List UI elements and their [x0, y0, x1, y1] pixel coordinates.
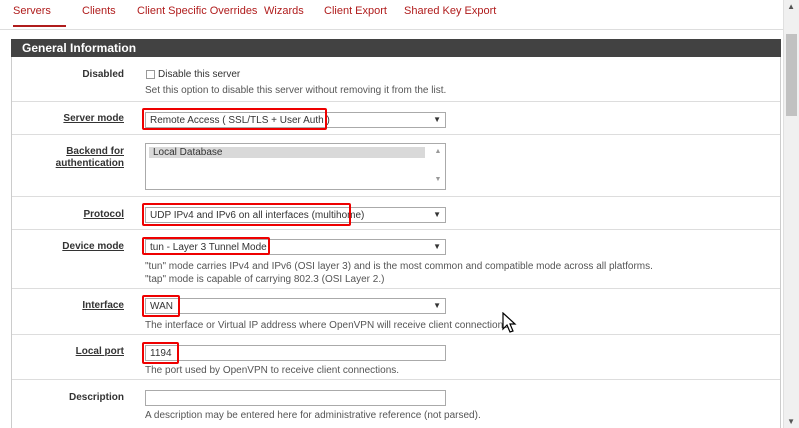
- server-mode-row: Server mode Remote Access ( SSL/TLS + Us…: [12, 102, 780, 135]
- listbox-scroll-down-icon[interactable]: ▼: [433, 176, 443, 183]
- local-port-value: 1194: [150, 348, 172, 359]
- device-mode-help-tap: "tap" mode is capable of carrying 802.3 …: [145, 274, 385, 285]
- tab-client-export[interactable]: Client Export: [324, 5, 387, 17]
- tab-clients[interactable]: Clients: [82, 5, 116, 17]
- disable-server-checkbox-label: Disable this server: [158, 69, 241, 80]
- chevron-down-icon: ▼: [433, 242, 441, 251]
- backend-label-line1: Backend for: [66, 146, 124, 157]
- interface-row: Interface WAN ▼ The interface or Virtual…: [12, 289, 780, 335]
- scroll-down-icon[interactable]: ▼: [787, 417, 795, 426]
- interface-value: WAN: [150, 301, 173, 312]
- server-mode-select[interactable]: Remote Access ( SSL/TLS + User Auth ) ▼: [145, 112, 446, 128]
- interface-help: The interface or Virtual IP address wher…: [145, 320, 511, 331]
- description-input[interactable]: [145, 390, 446, 406]
- protocol-select[interactable]: UDP IPv4 and IPv6 on all interfaces (mul…: [145, 207, 446, 223]
- tab-servers[interactable]: Servers: [13, 5, 51, 17]
- backend-listbox[interactable]: Local Database ▲ ▼: [145, 143, 446, 190]
- local-port-help: The port used by OpenVPN to receive clie…: [145, 365, 400, 376]
- local-port-input[interactable]: 1194: [145, 345, 446, 361]
- disabled-label: Disabled: [82, 69, 124, 80]
- server-mode-value: Remote Access ( SSL/TLS + User Auth ): [150, 115, 330, 126]
- device-mode-row: Device mode tun - Layer 3 Tunnel Mode ▼ …: [12, 230, 780, 289]
- device-mode-help-tun: "tun" mode carries IPv4 and IPv6 (OSI la…: [145, 261, 653, 272]
- active-tab-indicator: [13, 25, 66, 27]
- mouse-pointer-icon: [502, 312, 517, 333]
- description-label: Description: [68, 392, 124, 403]
- disabled-row: Disabled Disable this server Set this op…: [12, 58, 780, 102]
- tab-client-specific-overrides[interactable]: Client Specific Overrides: [137, 5, 257, 17]
- section-title: General Information: [11, 39, 781, 57]
- backend-row: Backend for authentication Local Databas…: [12, 135, 780, 197]
- page-scrollbar[interactable]: ▲ ▼: [783, 0, 799, 428]
- backend-label-line2: authentication: [55, 158, 124, 169]
- local-port-label[interactable]: Local port: [12, 346, 124, 358]
- device-mode-label[interactable]: Device mode: [12, 241, 124, 253]
- disabled-help: Set this option to disable this server w…: [145, 85, 447, 96]
- backend-label[interactable]: Backend for authentication: [12, 146, 124, 170]
- tab-shared-key-export[interactable]: Shared Key Export: [404, 5, 496, 17]
- device-mode-value: tun - Layer 3 Tunnel Mode: [150, 242, 267, 253]
- description-row: Description A description may be entered…: [12, 380, 780, 428]
- device-mode-select[interactable]: tun - Layer 3 Tunnel Mode ▼: [145, 239, 446, 255]
- scroll-thumb[interactable]: [786, 34, 797, 116]
- protocol-label[interactable]: Protocol: [12, 209, 124, 221]
- listbox-scroll-up-icon[interactable]: ▲: [433, 148, 443, 155]
- server-mode-label[interactable]: Server mode: [12, 113, 124, 125]
- tab-bar: Servers Clients Client Specific Override…: [0, 0, 783, 30]
- disable-server-checkbox[interactable]: [146, 70, 155, 79]
- tab-wizards[interactable]: Wizards: [264, 5, 304, 17]
- chevron-down-icon: ▼: [433, 115, 441, 124]
- backend-option-local-database[interactable]: Local Database: [149, 147, 425, 158]
- description-help: A description may be entered here for ad…: [145, 410, 481, 421]
- interface-select[interactable]: WAN ▼: [145, 298, 446, 314]
- protocol-row: Protocol UDP IPv4 and IPv6 on all interf…: [12, 197, 780, 230]
- interface-label[interactable]: Interface: [12, 300, 124, 312]
- scroll-up-icon[interactable]: ▲: [787, 2, 795, 11]
- local-port-row: Local port 1194 The port used by OpenVPN…: [12, 335, 780, 380]
- chevron-down-icon: ▼: [433, 301, 441, 310]
- protocol-value: UDP IPv4 and IPv6 on all interfaces (mul…: [150, 210, 365, 221]
- chevron-down-icon: ▼: [433, 210, 441, 219]
